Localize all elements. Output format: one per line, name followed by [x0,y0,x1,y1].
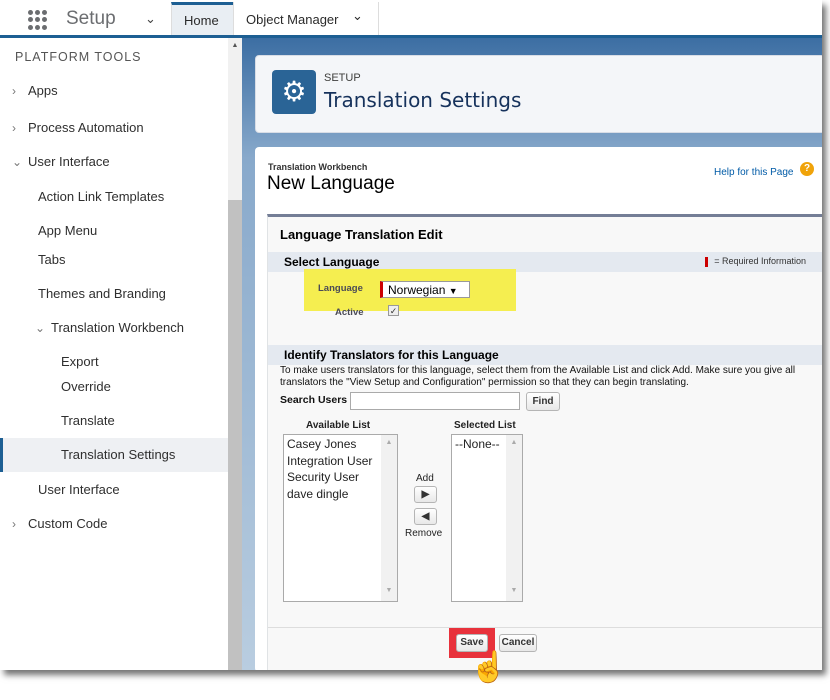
label: Process Automation [28,120,144,135]
panel-title: Language Translation Edit [280,227,443,242]
sidebar-item-app-menu[interactable]: App Menu [38,223,97,238]
list-scrollbar[interactable]: ▲ ▼ [506,435,522,601]
app-name: Setup [66,8,116,29]
setup-sidebar: PLATFORM TOOLS › Apps › Process Automation… [0,38,228,670]
available-list-label: Available List [306,420,371,431]
scroll-up-icon[interactable]: ▲ [228,42,242,49]
remove-arrow-icon[interactable]: ◀ [414,508,437,525]
add-arrow-icon[interactable]: ▶ [414,486,437,503]
label: Apps [28,83,58,98]
available-list[interactable]: Casey Jones Integration User Security Us… [283,434,398,602]
label: User Interface [28,154,110,169]
main-content: ⚙ SETUP Translation Settings Translation… [242,38,822,670]
list-item[interactable]: Casey Jones [287,436,394,453]
add-label: Add [416,473,434,484]
section-title: Select Language [284,255,380,269]
breadcrumb: Translation Workbench [268,162,368,172]
section-heading: PLATFORM TOOLS [15,50,142,64]
sidebar-item-override[interactable]: Override [61,379,111,394]
label: Translation Workbench [51,320,184,335]
required-text: = Required Information [714,256,806,266]
section-header: Identify Translators for this Language [268,345,822,365]
instructions: To make users translators for this langu… [280,365,796,388]
find-button[interactable]: Find [526,392,560,411]
page-header: ⚙ SETUP Translation Settings [255,55,822,133]
header-eyebrow: SETUP [324,72,361,84]
sidebar-item-translate[interactable]: Translate [61,413,115,428]
list-scrollbar[interactable]: ▲ ▼ [381,435,397,601]
language-select[interactable]: Norwegian ▼ [380,281,470,298]
chevron-down-icon: ⌄ [35,321,46,335]
help-icon[interactable]: ? [800,162,814,176]
page-heading: New Language [267,173,395,194]
setup-window: Setup ⌄ Home Object Manager ⌄ PLATFORM TO… [0,0,822,670]
chevron-right-icon: › [12,517,16,531]
chevron-down-icon: ⌄ [12,155,23,169]
sidebar-item-tabs[interactable]: Tabs [38,252,65,267]
sidebar-item-translation-settings[interactable]: Translation Settings [61,447,175,462]
app-launcher-icon[interactable] [28,10,48,30]
sidebar-item-themes-and-branding[interactable]: Themes and Branding [38,286,166,301]
sidebar-item-apps[interactable]: › Apps [12,83,58,98]
sidebar-item-translation-workbench[interactable]: ⌄ Translation Workbench [35,320,184,335]
sidebar-item-process-automation[interactable]: › Process Automation [12,120,144,135]
sidebar-item-user-interface[interactable]: ⌄ User Interface [12,154,110,169]
hand-cursor-icon: ☝ [470,651,508,684]
list-item[interactable]: Security User [287,469,394,486]
chevron-right-icon: › [12,121,16,135]
tab-label: Object Manager [246,12,339,27]
dropdown-arrow-icon: ▼ [448,286,458,296]
chevron-down-icon[interactable]: ⌄ [145,11,156,27]
list-item[interactable]: Integration User [287,453,394,470]
divider [268,627,822,628]
selected-list[interactable]: --None-- ▲ ▼ [451,434,523,602]
top-nav: Setup ⌄ Home Object Manager ⌄ [0,0,822,38]
tab-home[interactable]: Home [171,2,233,35]
content-card: Translation Workbench New Language Help … [255,147,822,670]
page-title: Translation Settings [324,88,522,112]
required-legend: = Required Information [705,256,806,267]
help-link[interactable]: Help for this Page [714,167,794,178]
sidebar-item-user-interface-2[interactable]: User Interface [38,482,120,497]
list-item[interactable]: dave dingle [287,486,394,503]
edit-panel: Language Translation Edit Select Languag… [267,214,822,670]
sidebar-scrollbar[interactable]: ▲ [228,38,242,670]
sidebar-item-action-link-templates[interactable]: Action Link Templates [38,189,164,204]
gear-icon: ⚙ [272,70,316,114]
tab-object-manager[interactable]: Object Manager ⌄ [233,2,379,35]
active-label: Active [335,307,364,318]
sidebar-item-export[interactable]: Export [61,354,99,369]
label: Custom Code [28,516,108,531]
remove-label: Remove [405,528,443,539]
language-label: Language [318,283,363,294]
sidebar-item-custom-code[interactable]: › Custom Code [12,516,107,531]
language-value: Norwegian [388,283,446,297]
search-users-input[interactable] [350,392,520,410]
search-label: Search Users [280,394,348,406]
active-checkbox[interactable]: ✓ [388,305,399,316]
chevron-down-icon[interactable]: ⌄ [352,8,363,24]
chevron-right-icon: › [12,84,16,98]
selected-list-label: Selected List [454,420,516,431]
scrollbar-thumb[interactable] [228,200,242,670]
